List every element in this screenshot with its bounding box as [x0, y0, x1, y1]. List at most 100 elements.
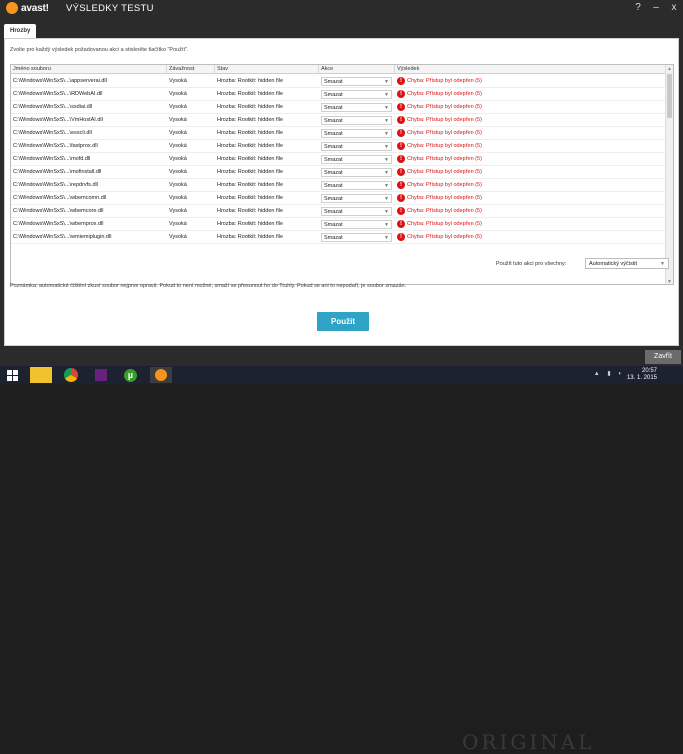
action-dropdown[interactable]: Smazat ▼ [321, 142, 392, 151]
error-icon: ! [397, 193, 405, 202]
help-button[interactable]: ? [633, 2, 643, 13]
utorrent-icon[interactable]: µ [120, 367, 142, 383]
column-header-action[interactable]: Akce [319, 65, 395, 74]
result-text: Chyba: Přístup byl odepřen (5) [407, 104, 482, 110]
action-dropdown[interactable]: Smazat ▼ [321, 233, 392, 242]
action-value: Smazat [324, 183, 343, 189]
clock[interactable]: 20:57 13. 1. 2015 [627, 368, 657, 382]
visual-studio-icon[interactable] [90, 367, 112, 383]
minimize-button[interactable]: – [651, 2, 661, 13]
chevron-down-icon: ▼ [384, 105, 389, 111]
result-cell: ! Chyba: Přístup byl odepřen (5) [395, 101, 667, 114]
apply-all-dropdown[interactable]: Automatický výčistit ▼ [585, 258, 669, 269]
avast-taskbar-icon[interactable] [150, 367, 172, 383]
action-dropdown[interactable]: Smazat ▼ [321, 181, 392, 190]
table-row[interactable]: C:\Windows\WinSxS\...\wbemcore.dll Vysoká… [11, 205, 667, 218]
table-row[interactable]: C:\Windows\WinSxS\...\wbemprox.dll Vysoká… [11, 218, 667, 231]
apply-button[interactable]: Použít [317, 312, 369, 331]
scroll-up-icon[interactable]: ▲ [666, 65, 673, 73]
action-dropdown[interactable]: Smazat ▼ [321, 77, 392, 86]
action-value: Smazat [324, 118, 343, 124]
column-header-severity[interactable]: Závažnost [167, 65, 215, 74]
action-dropdown[interactable]: Smazat ▼ [321, 129, 392, 138]
windows-start-icon[interactable] [2, 367, 24, 383]
logo-text: avast! [21, 2, 49, 14]
file-name-cell: C:\Windows\WinSxS\...\ssdiai.dll [13, 104, 93, 110]
scroll-thumb[interactable] [667, 74, 672, 118]
column-header-file[interactable]: Jméno souboru [11, 65, 167, 74]
result-text: Chyba: Přístup byl odepřen (5) [407, 195, 482, 201]
status-cell: Hrozba: Rootkit: hidden file [217, 130, 284, 136]
action-dropdown[interactable]: Smazat ▼ [321, 207, 392, 216]
chevron-down-icon: ▼ [384, 118, 389, 124]
status-cell: Hrozba: Rootkit: hidden file [217, 104, 284, 110]
chrome-icon[interactable] [60, 367, 82, 383]
scroll-down-icon[interactable]: ▼ [666, 278, 673, 284]
table-row[interactable]: C:\Windows\WinSxS\...\appserverai.dll Vys… [11, 75, 667, 88]
tab-threats[interactable]: Hrozby [4, 24, 37, 39]
action-dropdown[interactable]: Smazat ▼ [321, 168, 392, 177]
avast-logo: avast! [6, 2, 49, 14]
result-cell: ! Chyba: Přístup byl odepřen (5) [395, 179, 667, 192]
status-cell: Hrozba: Rootkit: hidden file [217, 195, 284, 201]
column-header-result[interactable]: Výsledek [395, 65, 667, 74]
error-icon: ! [397, 167, 405, 176]
table-row[interactable]: C:\Windows\WinSxS\...\VmHostAI.dll Vysoká… [11, 114, 667, 127]
status-cell: Hrozba: Rootkit: hidden file [217, 143, 284, 149]
table-row[interactable]: C:\Windows\WinSxS\...\wmiemiplugin.dll Vy… [11, 231, 667, 244]
action-dropdown[interactable]: Smazat ▼ [321, 194, 392, 203]
table-row[interactable]: C:\Windows\WinSxS\...\RDWebAI.dll Vysoká H… [11, 88, 667, 101]
table-row[interactable]: C:\Windows\WinSxS\...\repdrvfs.dll Vysoká… [11, 179, 667, 192]
result-cell: ! Chyba: Přístup byl odepřen (5) [395, 75, 667, 88]
close-window-button[interactable]: x [669, 2, 679, 13]
table-row[interactable]: C:\Windows\WinSxS\...\ssdiai.dll Vysoká Hr… [11, 101, 667, 114]
window-title: VÝSLEDKY TESTU [66, 3, 154, 14]
severity-cell: Vysoká [169, 104, 187, 110]
file-name-cell: C:\Windows\WinSxS\...\esscli.dll [13, 130, 92, 136]
table-row[interactable]: C:\Windows\WinSxS\...\mofd.dll Vysoká Hroz… [11, 153, 667, 166]
error-icon: ! [397, 128, 405, 137]
chevron-down-icon: ▼ [384, 209, 389, 215]
close-button[interactable]: Zavřít [645, 350, 681, 364]
result-cell: ! Chyba: Přístup byl odepřen (5) [395, 166, 667, 179]
severity-cell: Vysoká [169, 169, 187, 175]
title-bar: avast! VÝSLEDKY TESTU ? – x [0, 0, 683, 17]
chevron-down-icon: ▼ [384, 92, 389, 98]
table-row[interactable]: C:\Windows\WinSxS\...\mofinstall.dll Vyso… [11, 166, 667, 179]
table-row[interactable]: C:\Windows\WinSxS\...\wbemcomn.dll Vysoká… [11, 192, 667, 205]
action-value: Smazat [324, 235, 343, 241]
vertical-scrollbar[interactable]: ▲ ▼ [665, 65, 673, 284]
table-row[interactable]: C:\Windows\WinSxS\...\fastprox.dll Vysoká… [11, 140, 667, 153]
action-dropdown[interactable]: Smazat ▼ [321, 90, 392, 99]
file-name-cell: C:\Windows\WinSxS\...\mofinstall.dll [13, 169, 102, 175]
action-dropdown[interactable]: Smazat ▼ [321, 116, 392, 125]
file-name-cell: C:\Windows\WinSxS\...\appserverai.dll [13, 78, 107, 84]
action-dropdown[interactable]: Smazat ▼ [321, 103, 392, 112]
note-text: Poznámka: automatické čištění zkusí soub… [10, 283, 407, 289]
result-cell: ! Chyba: Přístup byl odepřen (5) [395, 88, 667, 101]
file-name-cell: C:\Windows\WinSxS\...\wbemprox.dll [13, 221, 104, 227]
file-explorer-icon[interactable] [30, 367, 52, 383]
severity-cell: Vysoká [169, 78, 187, 84]
error-icon: ! [397, 89, 405, 98]
file-name-cell: C:\Windows\WinSxS\...\mofd.dll [13, 156, 91, 162]
tray-icons[interactable]: ▲ ▮ ◐ [594, 370, 625, 377]
result-cell: ! Chyba: Přístup byl odepřen (5) [395, 192, 667, 205]
column-header-status[interactable]: Stav [215, 65, 319, 74]
clock-time: 20:57 [641, 368, 657, 374]
status-cell: Hrozba: Rootkit: hidden file [217, 208, 284, 214]
severity-cell: Vysoká [169, 143, 187, 149]
error-icon: ! [397, 206, 405, 215]
wallpaper-text: ORIGINAL [462, 730, 595, 754]
file-name-cell: C:\Windows\WinSxS\...\wbemcore.dll [13, 208, 104, 214]
severity-cell: Vysoká [169, 156, 187, 162]
action-dropdown[interactable]: Smazat ▼ [321, 220, 392, 229]
error-icon: ! [397, 232, 405, 241]
table-row[interactable]: C:\Windows\WinSxS\...\esscli.dll Vysoká Hr… [11, 127, 667, 140]
result-cell: ! Chyba: Přístup byl odepřen (5) [395, 127, 667, 140]
result-text: Chyba: Přístup byl odepřen (5) [407, 117, 482, 123]
action-dropdown[interactable]: Smazat ▼ [321, 155, 392, 164]
file-name-cell: C:\Windows\WinSxS\...\wmiemiplugin.dll [13, 234, 112, 240]
clock-date: 13. 1. 2015 [626, 375, 657, 381]
apply-all-label: Použít tuto akci pro všechny: [496, 261, 567, 267]
